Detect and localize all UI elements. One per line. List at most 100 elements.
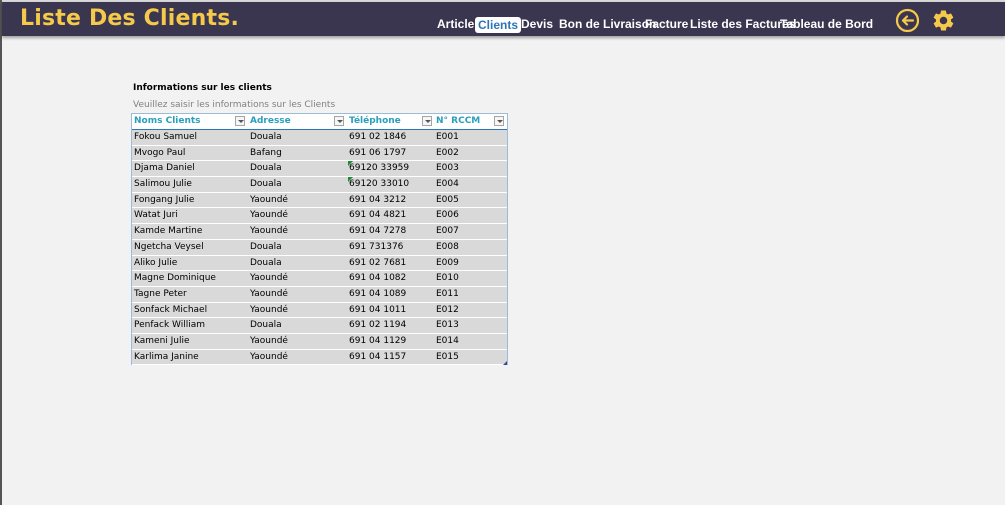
filter-dropdown-rccm[interactable] <box>494 116 504 126</box>
cell-adresse[interactable]: Douala <box>248 161 282 176</box>
cell-nom-client[interactable]: Watat Juri <box>132 208 178 223</box>
cell-telephone[interactable]: 691 04 1129 <box>347 334 406 349</box>
app-header: Liste Des Clients. Article Clients Devis… <box>2 2 1005 36</box>
column-header-noms-clients[interactable]: Noms Clients <box>132 114 248 129</box>
cell-nom-client[interactable]: Karlima Janine <box>132 350 199 365</box>
cell-adresse[interactable]: Douala <box>248 256 282 271</box>
number-as-text-warning-icon <box>348 177 353 183</box>
gear-icon[interactable] <box>931 8 956 33</box>
table-header-row: Noms Clients Adresse Téléphone N° RCCM <box>132 113 507 130</box>
filter-dropdown-telephone[interactable] <box>422 116 432 126</box>
cell-adresse[interactable]: Yaoundé <box>248 208 288 223</box>
cell-telephone[interactable]: 691 04 1157 <box>347 350 406 365</box>
nav-bon-de-livraison[interactable]: Bon de Livraison <box>559 16 656 34</box>
cell-telephone[interactable]: 691 04 1089 <box>347 287 406 302</box>
cell-nom-client[interactable]: Salimou Julie <box>132 177 192 192</box>
cell-nom-client[interactable]: Tagne Peter <box>132 287 187 302</box>
cell-rccm[interactable]: E014 <box>434 334 459 349</box>
nav-devis[interactable]: Devis <box>521 16 553 34</box>
cell-adresse[interactable]: Douala <box>248 177 282 192</box>
cell-adresse[interactable]: Yaoundé <box>248 287 288 302</box>
cell-telephone[interactable]: 691 04 7278 <box>347 224 406 239</box>
cell-rccm[interactable]: E015 <box>434 350 459 365</box>
cell-adresse[interactable]: Douala <box>248 130 282 145</box>
cell-adresse[interactable]: Yaoundé <box>248 303 288 318</box>
cell-telephone[interactable]: 691 04 1082 <box>347 271 406 286</box>
cell-nom-client[interactable]: Sonfack Michael <box>132 303 207 318</box>
page-title: Liste Des Clients. <box>20 6 240 31</box>
cell-rccm[interactable]: E003 <box>434 161 459 176</box>
cell-adresse[interactable]: Bafang <box>248 146 282 161</box>
table-body: Fokou Samuel Douala 691 02 1846 E001 Mvogo P… <box>132 130 507 366</box>
cell-telephone[interactable]: 69120 33010 <box>347 177 409 192</box>
cell-nom-client[interactable]: Penfack William <box>132 318 205 333</box>
cell-telephone[interactable]: 691 04 4821 <box>347 208 406 223</box>
cell-adresse[interactable]: Douala <box>248 240 282 255</box>
cell-rccm[interactable]: E005 <box>434 193 459 208</box>
cell-rccm[interactable]: E010 <box>434 271 459 286</box>
column-header-adresse[interactable]: Adresse <box>248 114 347 129</box>
column-header-label: Adresse <box>250 116 291 126</box>
cell-rccm[interactable]: E013 <box>434 318 459 333</box>
cell-telephone[interactable]: 691 02 1846 <box>347 130 406 145</box>
cell-adresse[interactable]: Yaoundé <box>248 193 288 208</box>
cell-rccm[interactable]: E009 <box>434 256 459 271</box>
cell-nom-client[interactable]: Fokou Samuel <box>132 130 197 145</box>
table-row: Fongang Julie Yaoundé 691 04 3212 E005 <box>132 192 507 209</box>
column-header-label: N° RCCM <box>436 116 481 126</box>
column-header-telephone[interactable]: Téléphone <box>347 114 434 129</box>
cell-telephone[interactable]: 691 731376 <box>347 240 403 255</box>
cell-adresse[interactable]: Yaoundé <box>248 350 288 365</box>
table-row: Ngetcha Veysel Douala 691 731376 E008 <box>132 239 507 256</box>
cell-telephone[interactable]: 691 06 1797 <box>347 146 406 161</box>
table-row: Mvogo Paul Bafang 691 06 1797 E002 <box>132 145 507 162</box>
table-row: Kamde Martine Yaoundé 691 04 7278 E007 <box>132 224 507 240</box>
cell-rccm[interactable]: E001 <box>434 130 459 145</box>
cell-nom-client[interactable]: Magne Dominique <box>132 271 216 286</box>
nav-article[interactable]: Article <box>437 16 474 34</box>
cell-telephone[interactable]: 691 02 7681 <box>347 256 406 271</box>
table-row: Aliko Julie Douala 691 02 7681 E009 <box>132 255 507 272</box>
cell-rccm[interactable]: E002 <box>434 146 459 161</box>
cell-nom-client[interactable]: Ngetcha Veysel <box>132 240 204 255</box>
cell-nom-client[interactable]: Kameni Julie <box>132 334 190 349</box>
clients-table: Noms Clients Adresse Téléphone N° RCCM F… <box>131 113 508 366</box>
cell-rccm[interactable]: E012 <box>434 303 459 318</box>
cell-telephone[interactable]: 691 04 1011 <box>347 303 406 318</box>
cell-rccm[interactable]: E008 <box>434 240 459 255</box>
section-subtitle: Veuillez saisir les informations sur les… <box>133 100 336 110</box>
nav-clients[interactable]: Clients <box>475 17 522 33</box>
cell-adresse[interactable]: Yaoundé <box>248 271 288 286</box>
cell-rccm[interactable]: E007 <box>434 224 459 239</box>
cell-nom-client[interactable]: Djama Daniel <box>132 161 195 176</box>
cell-adresse[interactable]: Yaoundé <box>248 334 288 349</box>
filter-dropdown-adresse[interactable] <box>334 116 344 126</box>
cell-telephone[interactable]: 691 02 1194 <box>347 318 406 333</box>
table-row: Kameni Julie Yaoundé 691 04 1129 E014 <box>132 333 507 350</box>
table-row: Karlima Janine Yaoundé 691 04 1157 E015 <box>132 349 507 366</box>
section-title: Informations sur les clients <box>133 83 272 93</box>
cell-rccm[interactable]: E006 <box>434 208 459 223</box>
table-resize-handle[interactable] <box>503 361 507 366</box>
cell-nom-client[interactable]: Kamde Martine <box>132 224 202 239</box>
cell-adresse[interactable]: Yaoundé <box>248 224 288 239</box>
cell-rccm[interactable]: E011 <box>434 287 459 302</box>
number-as-text-warning-icon <box>348 161 353 167</box>
cell-rccm[interactable]: E004 <box>434 177 459 192</box>
column-header-label: Noms Clients <box>134 116 201 126</box>
cell-nom-client[interactable]: Aliko Julie <box>132 256 177 271</box>
nav-tableau-de-bord[interactable]: Tableau de Bord <box>780 16 873 34</box>
table-row: Magne Dominique Yaoundé 691 04 1082 E010 <box>132 271 507 287</box>
cell-adresse[interactable]: Douala <box>248 318 282 333</box>
cell-telephone[interactable]: 69120 33959 <box>347 161 409 176</box>
table-row: Watat Juri Yaoundé 691 04 4821 E006 <box>132 208 507 225</box>
cell-nom-client[interactable]: Fongang Julie <box>132 193 194 208</box>
table-row: Salimou Julie Douala 69120 33010 E004 <box>132 177 507 193</box>
table-row: Penfack William Douala 691 02 1194 E013 <box>132 318 507 334</box>
table-row: Tagne Peter Yaoundé 691 04 1089 E011 <box>132 286 507 303</box>
back-arrow-icon[interactable] <box>895 8 920 33</box>
nav-facture[interactable]: Facture <box>645 16 688 34</box>
cell-nom-client[interactable]: Mvogo Paul <box>132 146 185 161</box>
cell-telephone[interactable]: 691 04 3212 <box>347 193 406 208</box>
filter-dropdown-noms-clients[interactable] <box>235 116 245 126</box>
